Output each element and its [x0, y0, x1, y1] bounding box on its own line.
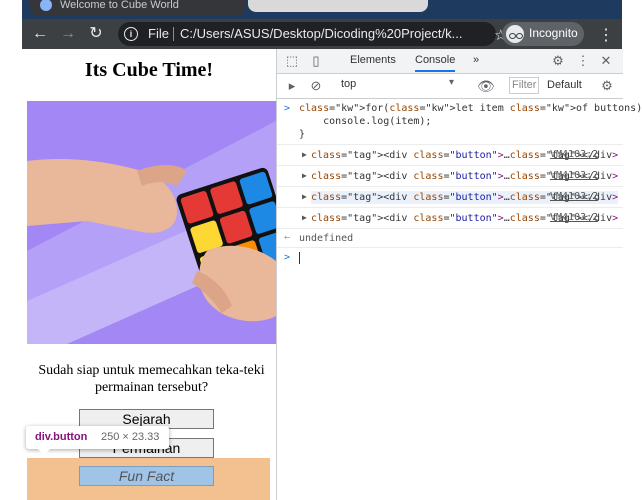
incognito-label: Incognito — [529, 26, 578, 40]
browser-toolbar: ← → ↻ i File C:/Users/ASUS/Desktop/Dicod… — [22, 19, 622, 49]
console-return-row: ← undefined — [277, 229, 623, 248]
expand-triangle-icon[interactable]: ▶ — [302, 213, 307, 222]
log-source-link[interactable]: VM4103:2 — [550, 191, 598, 202]
context-selector[interactable]: top — [341, 78, 356, 90]
address-bar[interactable]: i File C:/Users/ASUS/Desktop/Dicoding%20… — [118, 22, 507, 46]
log-source-link[interactable]: VM4103:2 — [550, 212, 598, 223]
devtools-panel: ⬚ ▯ Elements Console » ⚙ ⋮ ✕ ▸ ⊘ top ▾ 👁… — [276, 49, 642, 500]
inspect-element-icon[interactable]: ⬚ — [285, 54, 299, 68]
browser-menu-icon[interactable]: ⋮ — [598, 25, 614, 45]
fun-fact-button[interactable]: Fun Fact — [79, 466, 214, 486]
web-page: Its Cube Time! Sudah siap untuk memecahk… — [22, 49, 276, 500]
devtools-menu-icon[interactable]: ⋮ — [576, 54, 590, 68]
console-input-entry: > class="kw">for(class="kw">let item cla… — [277, 99, 642, 145]
clear-console-icon[interactable]: ⊘ — [309, 79, 323, 93]
tooltip-dimensions: 250 × 23.33 — [101, 431, 160, 443]
url-scheme: File — [148, 26, 169, 41]
code-line-2: console.log(item); — [299, 116, 432, 127]
console-prompt-row[interactable]: > — [277, 248, 623, 268]
return-value: undefined — [299, 233, 354, 244]
console-settings-icon[interactable]: ⚙ — [600, 79, 614, 93]
browser-tab[interactable]: Welcome to Cube World — [30, 0, 245, 16]
prompt-chevron-icon: > — [284, 252, 291, 263]
tooltip-selector: div.button — [35, 431, 88, 443]
close-icon[interactable]: ✕ — [599, 54, 613, 68]
expand-triangle-icon[interactable]: ▶ — [302, 171, 307, 180]
eye-icon[interactable]: 👁 — [477, 79, 495, 93]
text-cursor — [299, 252, 300, 264]
log-levels-dropdown[interactable]: Default — [547, 79, 582, 91]
info-icon[interactable]: i — [124, 27, 138, 41]
incognito-badge[interactable]: Incognito — [502, 22, 584, 46]
tab-strip: Welcome to Cube World — [22, 0, 622, 19]
more-tabs-icon[interactable]: » — [473, 54, 479, 66]
code-line-3: } — [299, 129, 306, 140]
page-title: Its Cube Time! — [84, 59, 214, 81]
prompt-chevron-icon: > — [284, 103, 291, 114]
tooltip-arrow — [38, 449, 50, 455]
browser-tab-2[interactable] — [248, 0, 428, 12]
tab-title: Welcome to Cube World — [60, 0, 179, 11]
url-text[interactable]: C:/Users/ASUS/Desktop/Dicoding%20Project… — [180, 26, 463, 41]
globe-icon — [40, 0, 52, 11]
console-output-row[interactable]: ▶ class="tag"><div class="button">…class… — [277, 187, 623, 208]
inspect-tooltip: div.button 250 × 23.33 — [26, 426, 169, 455]
device-toolbar-icon[interactable]: ▯ — [309, 54, 323, 68]
console-output-row[interactable]: ▶ class="tag"><div class="button">…class… — [277, 208, 623, 229]
incognito-icon — [506, 25, 524, 43]
return-arrow-icon: ← — [284, 232, 291, 243]
reload-icon[interactable]: ↻ — [88, 26, 104, 42]
forward-arrow-icon[interactable]: → — [60, 26, 76, 42]
console-toolbar: ▸ ⊘ top ▾ 👁 Filter Default ⚙ — [277, 74, 623, 99]
log-source-link[interactable]: VM4103:2 — [550, 149, 598, 160]
address-divider — [173, 27, 174, 41]
sidebar-toggle-icon[interactable]: ▸ — [285, 79, 299, 93]
rubiks-cube-photo — [27, 101, 276, 344]
back-arrow-icon[interactable]: ← — [32, 26, 48, 42]
tab-console[interactable]: Console — [415, 54, 456, 72]
log-source-link[interactable]: VM4103:2 — [550, 170, 598, 181]
devtools-tabbar: ⬚ ▯ Elements Console » ⚙ ⋮ ✕ — [277, 49, 623, 74]
settings-gear-icon[interactable]: ⚙ — [551, 54, 565, 68]
question-text: Sudah siap untuk memecahkan teka-teki pe… — [38, 363, 265, 395]
code-line-1: class="kw">for(class="kw">let item class… — [299, 103, 642, 114]
expand-triangle-icon[interactable]: ▶ — [302, 192, 307, 201]
chevron-down-icon[interactable]: ▾ — [449, 77, 454, 88]
expand-triangle-icon[interactable]: ▶ — [302, 150, 307, 159]
filter-input[interactable]: Filter — [509, 77, 539, 94]
hero-image — [27, 101, 276, 344]
console-output-row[interactable]: ▶ class="tag"><div class="button">…class… — [277, 145, 623, 166]
console-output-row[interactable]: ▶ class="tag"><div class="button">…class… — [277, 166, 623, 187]
window-frame-right — [621, 0, 642, 500]
window-frame-left — [0, 0, 23, 500]
tab-elements[interactable]: Elements — [350, 54, 396, 66]
